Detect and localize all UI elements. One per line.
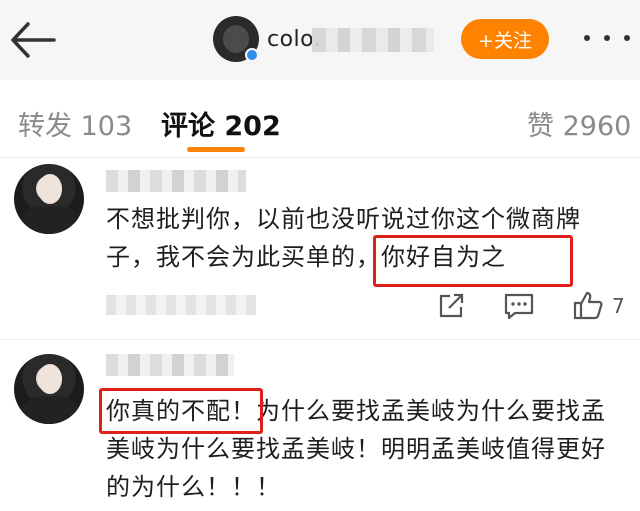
- tab-reposts[interactable]: 转发 103: [18, 104, 132, 143]
- tab-likes[interactable]: 赞 2960: [527, 104, 631, 143]
- commenter-name-blur: [106, 354, 234, 376]
- tab-bar: 转发 103 评论 202 赞 2960: [0, 80, 640, 158]
- commenter-avatar[interactable]: [14, 164, 84, 234]
- comment-meta-blur: [106, 295, 256, 315]
- back-arrow-icon[interactable]: [8, 18, 58, 62]
- commenter-avatar[interactable]: [14, 354, 84, 424]
- commenter-name-blur: [106, 170, 246, 192]
- like-count: 7: [612, 294, 625, 318]
- comment-icon[interactable]: [503, 292, 535, 320]
- verified-badge-icon: [245, 48, 259, 62]
- thumbs-up-icon[interactable]: [572, 289, 604, 321]
- follow-button[interactable]: +关注: [461, 19, 549, 59]
- divider: [0, 339, 640, 340]
- username-blur-mask: [312, 28, 434, 52]
- more-icon[interactable]: [584, 26, 630, 50]
- tab-comments[interactable]: 评论 202: [161, 104, 281, 143]
- top-bar: colo. +关注: [0, 0, 640, 80]
- highlight-box: [99, 388, 263, 434]
- share-icon[interactable]: [436, 291, 466, 321]
- highlight-box: [373, 235, 573, 287]
- tab-active-indicator: [187, 147, 245, 152]
